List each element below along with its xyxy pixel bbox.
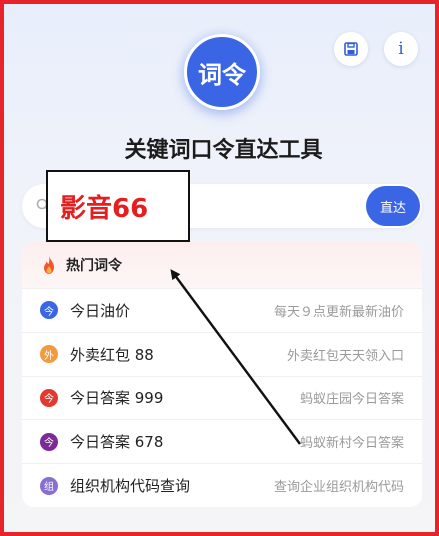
list-item-badge: 今 <box>40 301 58 320</box>
list-item-desc: 蚂蚁新村今日答案 <box>299 436 404 452</box>
list-item-name: 组织机构代码查询 <box>70 477 191 496</box>
fire-icon <box>44 256 54 274</box>
info-button[interactable]: i <box>384 32 418 66</box>
list-item[interactable]: 外 外卖红包 88 外卖红包天天领入口 <box>22 331 422 376</box>
list-item[interactable]: 组 组织机构代码查询 查询企业组织机构代码 <box>22 463 422 507</box>
list-item-name: 今日答案 678 <box>70 433 164 452</box>
annotation-box: 影音66 <box>46 170 190 242</box>
list-item[interactable]: 今 今日油价 每天９点更新最新油价 <box>22 288 422 332</box>
list-item-badge: 组 <box>40 476 58 495</box>
list-item-desc: 每天９点更新最新油价 <box>273 304 404 320</box>
info-icon: i <box>398 39 404 59</box>
list-item-desc: 蚂蚁庄园今日答案 <box>299 392 404 408</box>
save-icon <box>344 42 358 56</box>
list-item-desc: 查询企业组织机构代码 <box>273 480 404 496</box>
list-item-name: 今日油价 <box>70 301 131 320</box>
list-item-badge: 今 <box>40 388 58 407</box>
list-item-badge: 外 <box>40 345 58 364</box>
list-item-badge: 今 <box>40 432 58 451</box>
list-item[interactable]: 今 今日答案 678 蚂蚁新村今日答案 <box>22 419 422 463</box>
list-item[interactable]: 今 今日答案 999 蚂蚁庄园今日答案 <box>22 375 422 420</box>
annotation-text: 影音66 <box>60 193 149 224</box>
app-frame: i 词令 关键词口令直达工具 直达 影音66 热门词令 今 今日油价 每天９点更… <box>0 0 439 536</box>
hot-list-title: 热门词令 <box>66 258 122 274</box>
save-button[interactable] <box>334 32 368 66</box>
logo-text: 词令 <box>198 60 246 89</box>
app-logo: 词令 <box>184 34 260 110</box>
go-button[interactable]: 直达 <box>366 186 420 226</box>
list-item-name: 外卖红包 88 <box>70 345 154 364</box>
hot-list-card: 热门词令 今 今日油价 每天９点更新最新油价 外 外卖红包 88 外卖红包天天领… <box>22 242 422 507</box>
hot-list-header: 热门词令 <box>22 242 422 288</box>
list-item-name: 今日答案 999 <box>70 389 164 408</box>
list-item-desc: 外卖红包天天领入口 <box>286 348 404 364</box>
page-title: 关键词口令直达工具 <box>124 138 323 163</box>
